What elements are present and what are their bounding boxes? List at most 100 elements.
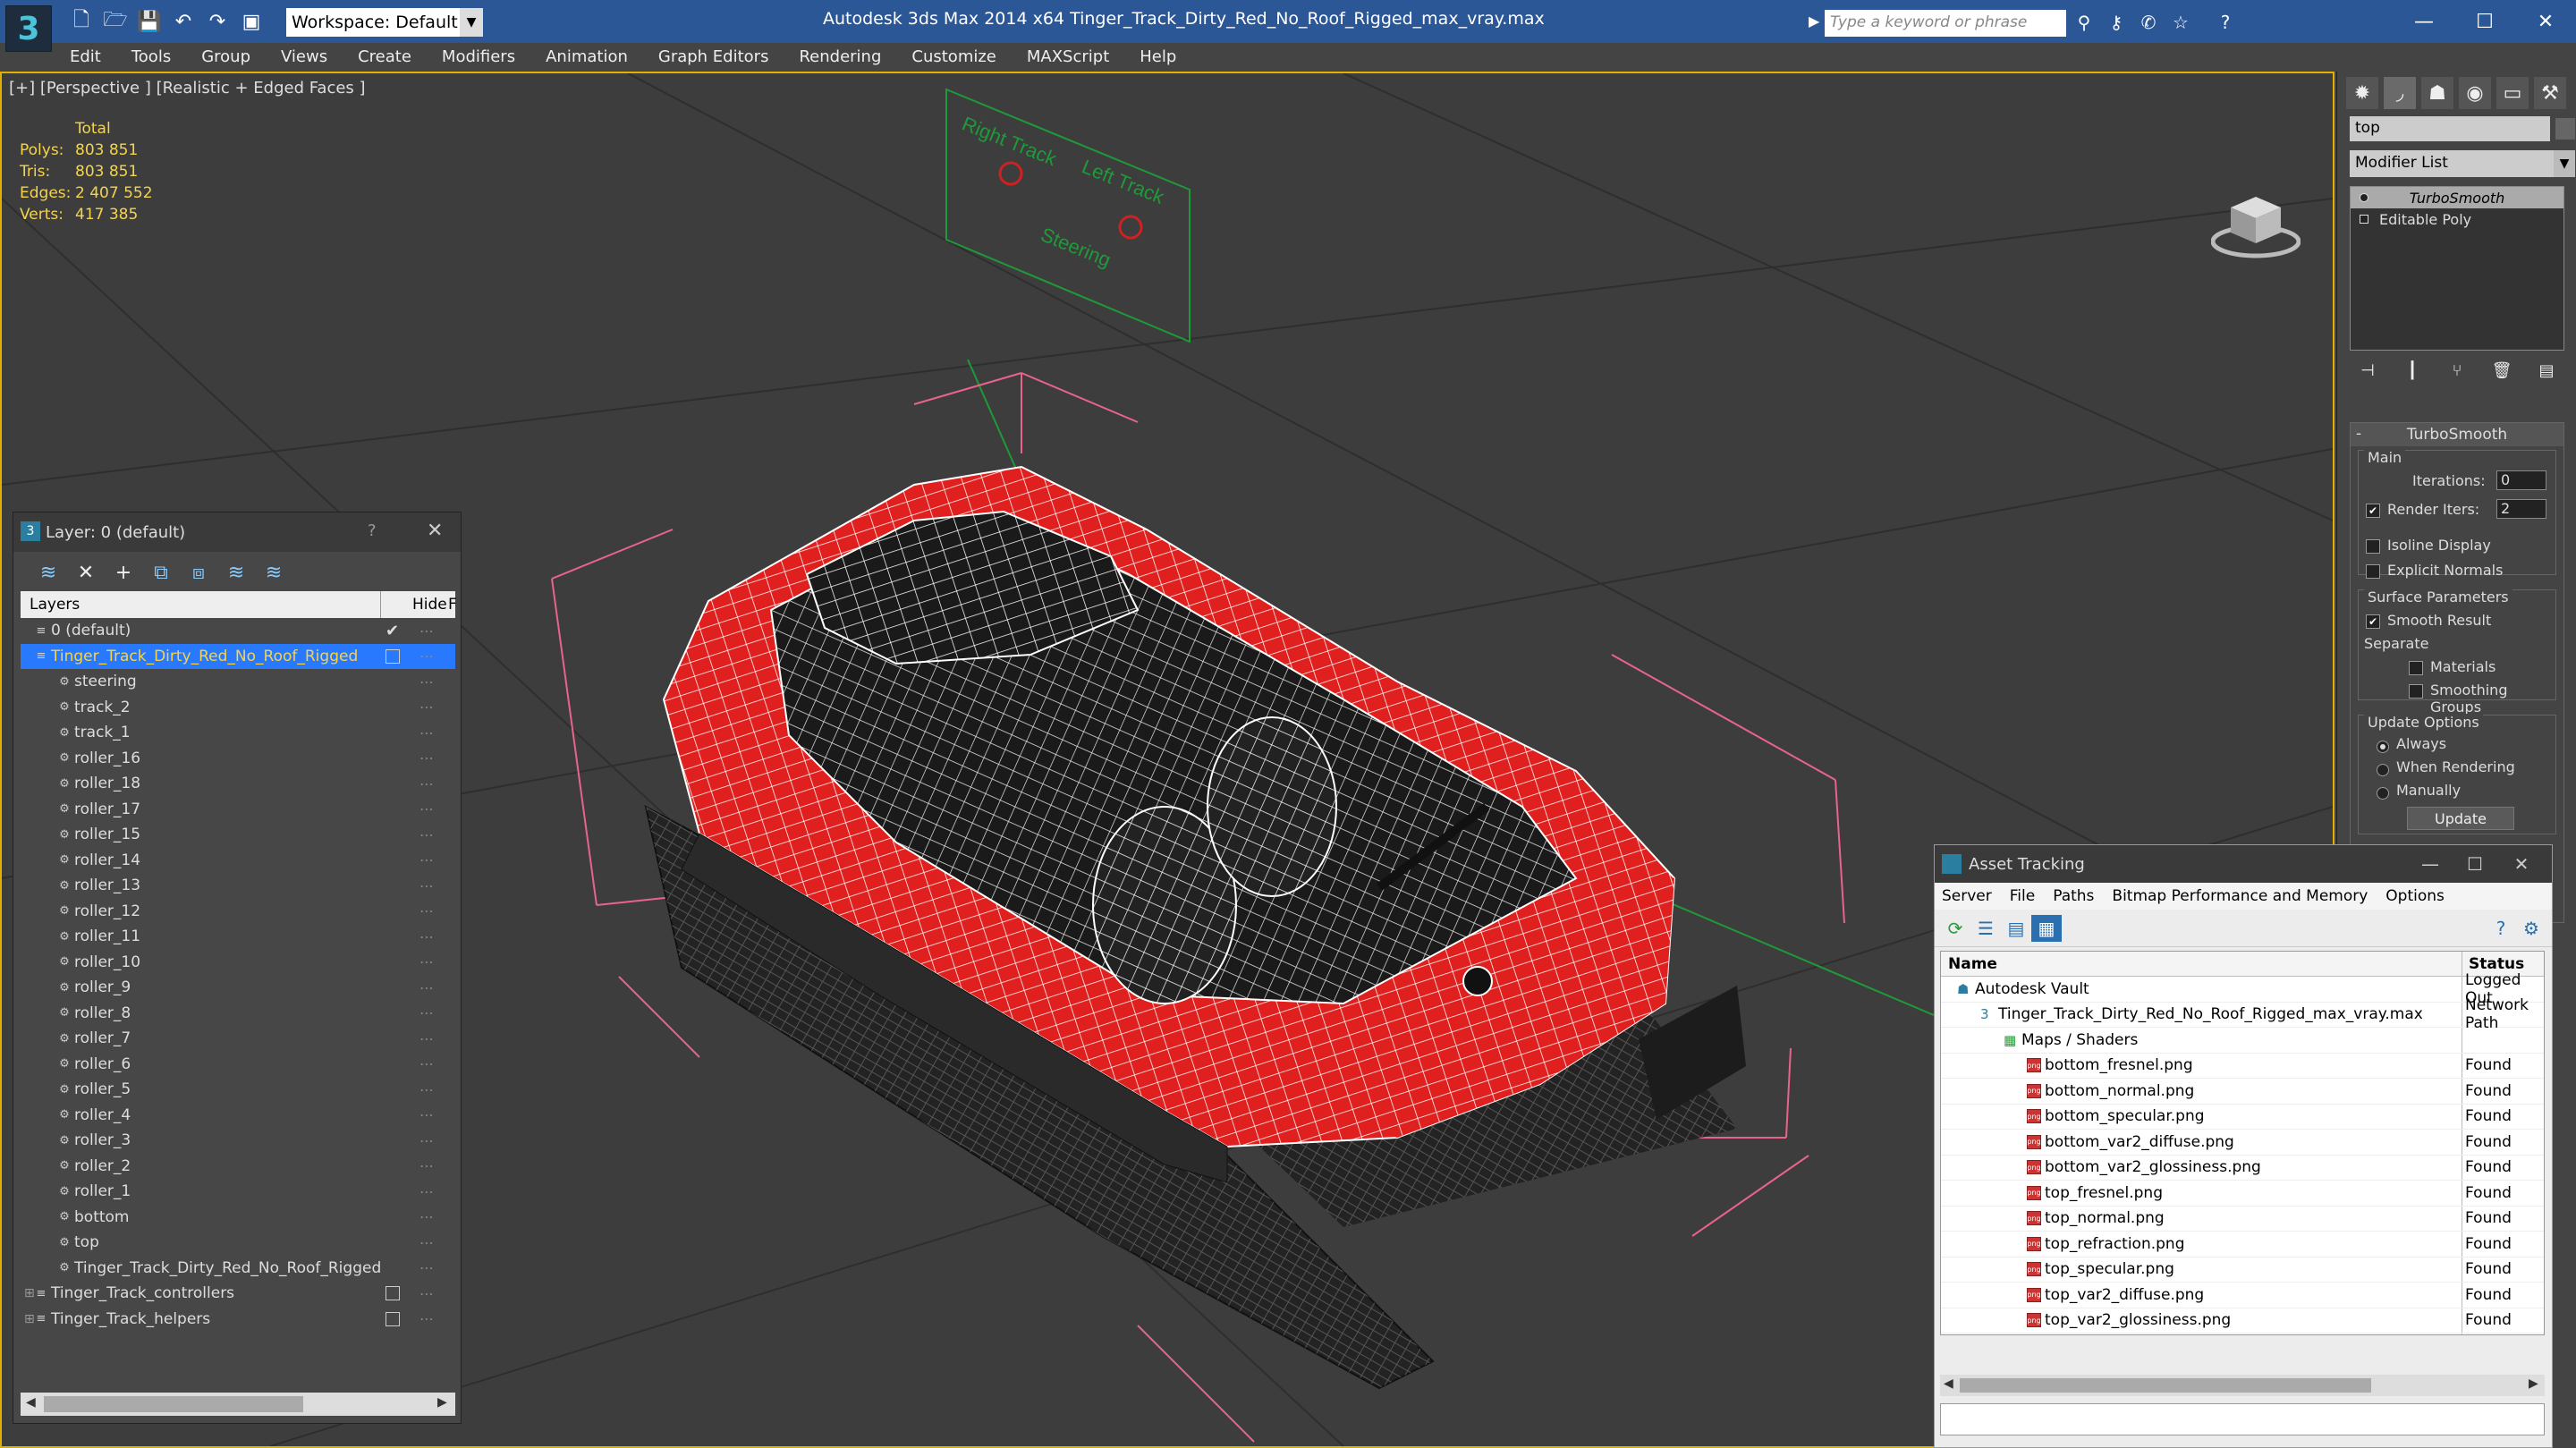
stack-item-editable-poly[interactable]: Editable Poly bbox=[2351, 208, 2563, 230]
hide-toggle[interactable]: ⋯ bbox=[419, 1310, 434, 1327]
smoothing-groups-checkbox[interactable] bbox=[2409, 682, 2430, 699]
asset-row[interactable]: png top_var2_glossiness.png Found bbox=[1941, 1308, 2544, 1334]
asset-row[interactable]: png bottom_var2_glossiness.png Found bbox=[1941, 1156, 2544, 1181]
update-button[interactable]: Update bbox=[2407, 807, 2514, 830]
menu-server[interactable]: Server bbox=[1942, 887, 1992, 905]
add-to-layer-icon[interactable]: + bbox=[105, 557, 142, 588]
hide-toggle[interactable]: ⋯ bbox=[419, 928, 434, 945]
asset-row[interactable]: ▦ Maps / Shaders bbox=[1941, 1028, 2544, 1054]
new-file-icon[interactable]: 🗋 bbox=[68, 8, 95, 35]
manually-radio[interactable] bbox=[2377, 783, 2396, 800]
motion-tab-icon[interactable]: ◉ bbox=[2459, 77, 2491, 109]
menu-file[interactable]: File bbox=[2010, 887, 2035, 905]
viewport-label[interactable]: [+] [Perspective ] [Realistic + Edged Fa… bbox=[9, 79, 366, 97]
layer-object-row[interactable]: ⚙ roller_16 ⋯ bbox=[21, 746, 455, 772]
asset-path-field[interactable] bbox=[1940, 1403, 2545, 1435]
menu-options[interactable]: Options bbox=[2385, 887, 2445, 905]
layer-object-row[interactable]: ⚙ roller_4 ⋯ bbox=[21, 1103, 455, 1129]
column-name[interactable]: Name bbox=[1948, 955, 1997, 973]
materials-checkbox[interactable] bbox=[2409, 658, 2430, 675]
object-name-input[interactable]: top bbox=[2350, 116, 2550, 141]
layer-object-row[interactable]: ⚙ roller_7 ⋯ bbox=[21, 1026, 455, 1052]
light-bulb-icon[interactable] bbox=[2360, 193, 2368, 202]
utilities-tab-icon[interactable]: ⚒ bbox=[2534, 77, 2566, 109]
menu-modifiers[interactable]: Modifiers bbox=[442, 47, 515, 66]
layer-object-row[interactable]: ⚙ bottom ⋯ bbox=[21, 1205, 455, 1231]
menu-edit[interactable]: Edit bbox=[70, 47, 101, 66]
close-icon[interactable]: ✕ bbox=[427, 520, 443, 542]
isoline-display-checkbox[interactable] bbox=[2366, 537, 2387, 554]
layer-object-row[interactable]: ⚙ roller_2 ⋯ bbox=[21, 1154, 455, 1180]
asset-row[interactable]: png bottom_specular.png Found bbox=[1941, 1105, 2544, 1130]
close-button[interactable]: ✕ bbox=[2519, 4, 2572, 39]
maximize-button[interactable]: ☐ bbox=[2457, 851, 2493, 877]
layer-object-row[interactable]: ⚙ roller_17 ⋯ bbox=[21, 797, 455, 823]
menu-views[interactable]: Views bbox=[281, 47, 327, 66]
layer-object-row[interactable]: ⚙ roller_6 ⋯ bbox=[21, 1052, 455, 1078]
menu-customize[interactable]: Customize bbox=[911, 47, 996, 66]
hierarchy-tab-icon[interactable]: ☗ bbox=[2421, 77, 2453, 109]
expand-icon[interactable]: ⊞ bbox=[24, 1286, 35, 1300]
minimize-button[interactable]: — bbox=[2397, 4, 2451, 39]
chevron-down-icon[interactable]: ▼ bbox=[460, 8, 483, 37]
redo-icon[interactable]: ↷ bbox=[204, 8, 231, 35]
layer-panel-title[interactable]: Layer: 0 (default) bbox=[13, 512, 461, 552]
table-view-icon[interactable]: ▦ bbox=[2031, 914, 2062, 942]
configure-modifier-sets-icon[interactable]: ▤ bbox=[2534, 358, 2559, 383]
column-freeze[interactable]: F bbox=[448, 596, 457, 614]
create-layer-icon[interactable]: ≋ bbox=[30, 557, 67, 588]
layer-object-row[interactable]: ⚙ roller_14 ⋯ bbox=[21, 848, 455, 874]
delete-layer-icon[interactable]: ✕ bbox=[67, 557, 105, 588]
asset-row[interactable]: png top_normal.png Found bbox=[1941, 1207, 2544, 1232]
refresh-icon[interactable]: ⟳ bbox=[1940, 915, 1970, 942]
layer-row[interactable]: ⊞ ≡ Tinger_Track_helpers ⋯ bbox=[21, 1307, 455, 1333]
viewcube-icon[interactable] bbox=[2211, 190, 2301, 261]
stack-item-turbosmooth[interactable]: TurboSmooth bbox=[2351, 187, 2563, 208]
list-view-icon[interactable]: ☰ bbox=[1970, 915, 2001, 942]
column-layers[interactable]: Layers bbox=[30, 596, 80, 614]
layer-row[interactable]: ≡ Tinger_Track_Dirty_Red_No_Roof_Rigged ⋯ bbox=[21, 643, 455, 669]
asset-row[interactable]: png top_refraction.png Found bbox=[1941, 1232, 2544, 1257]
when-rendering-radio[interactable] bbox=[2377, 760, 2396, 777]
hide-toggle[interactable]: ⋯ bbox=[419, 749, 434, 766]
current-layer-toggle[interactable] bbox=[386, 648, 400, 664]
hide-toggle[interactable]: ⋯ bbox=[419, 1081, 434, 1098]
asset-row[interactable]: png top_fresnel.png Found bbox=[1941, 1181, 2544, 1207]
hide-toggle[interactable]: ⋯ bbox=[419, 724, 434, 741]
app-logo-icon[interactable]: 3 bbox=[5, 5, 52, 52]
layer-object-row[interactable]: ⚙ track_1 ⋯ bbox=[21, 720, 455, 746]
layer-object-row[interactable]: ⚙ roller_10 ⋯ bbox=[21, 950, 455, 976]
expand-icon[interactable]: ⊞ bbox=[24, 1312, 35, 1326]
render-iters-checkbox[interactable]: ✔ bbox=[2366, 501, 2387, 518]
modifier-list-dropdown[interactable]: Modifier List bbox=[2350, 150, 2554, 177]
horizontal-scrollbar[interactable]: ◀ ▶ bbox=[21, 1393, 455, 1416]
layer-row[interactable]: ⊞ ≡ Tinger_Track_controllers ⋯ bbox=[21, 1281, 455, 1307]
smooth-result-checkbox[interactable]: ✔ bbox=[2366, 612, 2387, 629]
hide-toggle[interactable]: ⋯ bbox=[419, 648, 434, 665]
menu-bitmap-performance[interactable]: Bitmap Performance and Memory bbox=[2112, 887, 2368, 905]
layer-object-row[interactable]: ⚙ track_2 ⋯ bbox=[21, 695, 455, 721]
minimize-button[interactable]: — bbox=[2412, 851, 2448, 877]
layer-object-row[interactable]: ⚙ roller_13 ⋯ bbox=[21, 873, 455, 899]
layer-object-row[interactable]: ⚙ roller_18 ⋯ bbox=[21, 771, 455, 797]
render-iters-spinner[interactable]: 2 bbox=[2496, 499, 2546, 519]
close-button[interactable]: ✕ bbox=[2504, 851, 2539, 877]
binoculars-icon[interactable]: ⚲ bbox=[2072, 10, 2097, 35]
layer-object-row[interactable]: ⚙ Tinger_Track_Dirty_Red_No_Roof_Rigged ⋯ bbox=[21, 1256, 455, 1282]
hide-toggle[interactable]: ⋯ bbox=[419, 1106, 434, 1123]
remove-modifier-icon[interactable]: 🗑 bbox=[2489, 358, 2514, 383]
horizontal-scrollbar[interactable]: ◀ ▶ bbox=[1940, 1375, 2545, 1396]
layer-object-row[interactable]: ⚙ roller_15 ⋯ bbox=[21, 822, 455, 848]
layer-object-row[interactable]: ⚙ roller_8 ⋯ bbox=[21, 1001, 455, 1027]
layer-object-row[interactable]: ⚙ roller_3 ⋯ bbox=[21, 1128, 455, 1154]
detail-view-icon[interactable]: ▤ bbox=[2001, 915, 2031, 942]
menu-graph-editors[interactable]: Graph Editors bbox=[658, 47, 769, 66]
layer-object-row[interactable]: ⚙ roller_9 ⋯ bbox=[21, 975, 455, 1001]
undo-icon[interactable]: ↶ bbox=[170, 8, 197, 35]
hide-toggle[interactable]: ⋯ bbox=[419, 1285, 434, 1302]
layer-object-row[interactable]: ⚙ roller_1 ⋯ bbox=[21, 1179, 455, 1205]
hide-toggle[interactable]: ⋯ bbox=[419, 877, 434, 894]
iterations-spinner[interactable]: 0 bbox=[2496, 470, 2546, 490]
asset-row[interactable]: png bottom_fresnel.png Found bbox=[1941, 1054, 2544, 1079]
menu-maxscript[interactable]: MAXScript bbox=[1027, 47, 1109, 66]
